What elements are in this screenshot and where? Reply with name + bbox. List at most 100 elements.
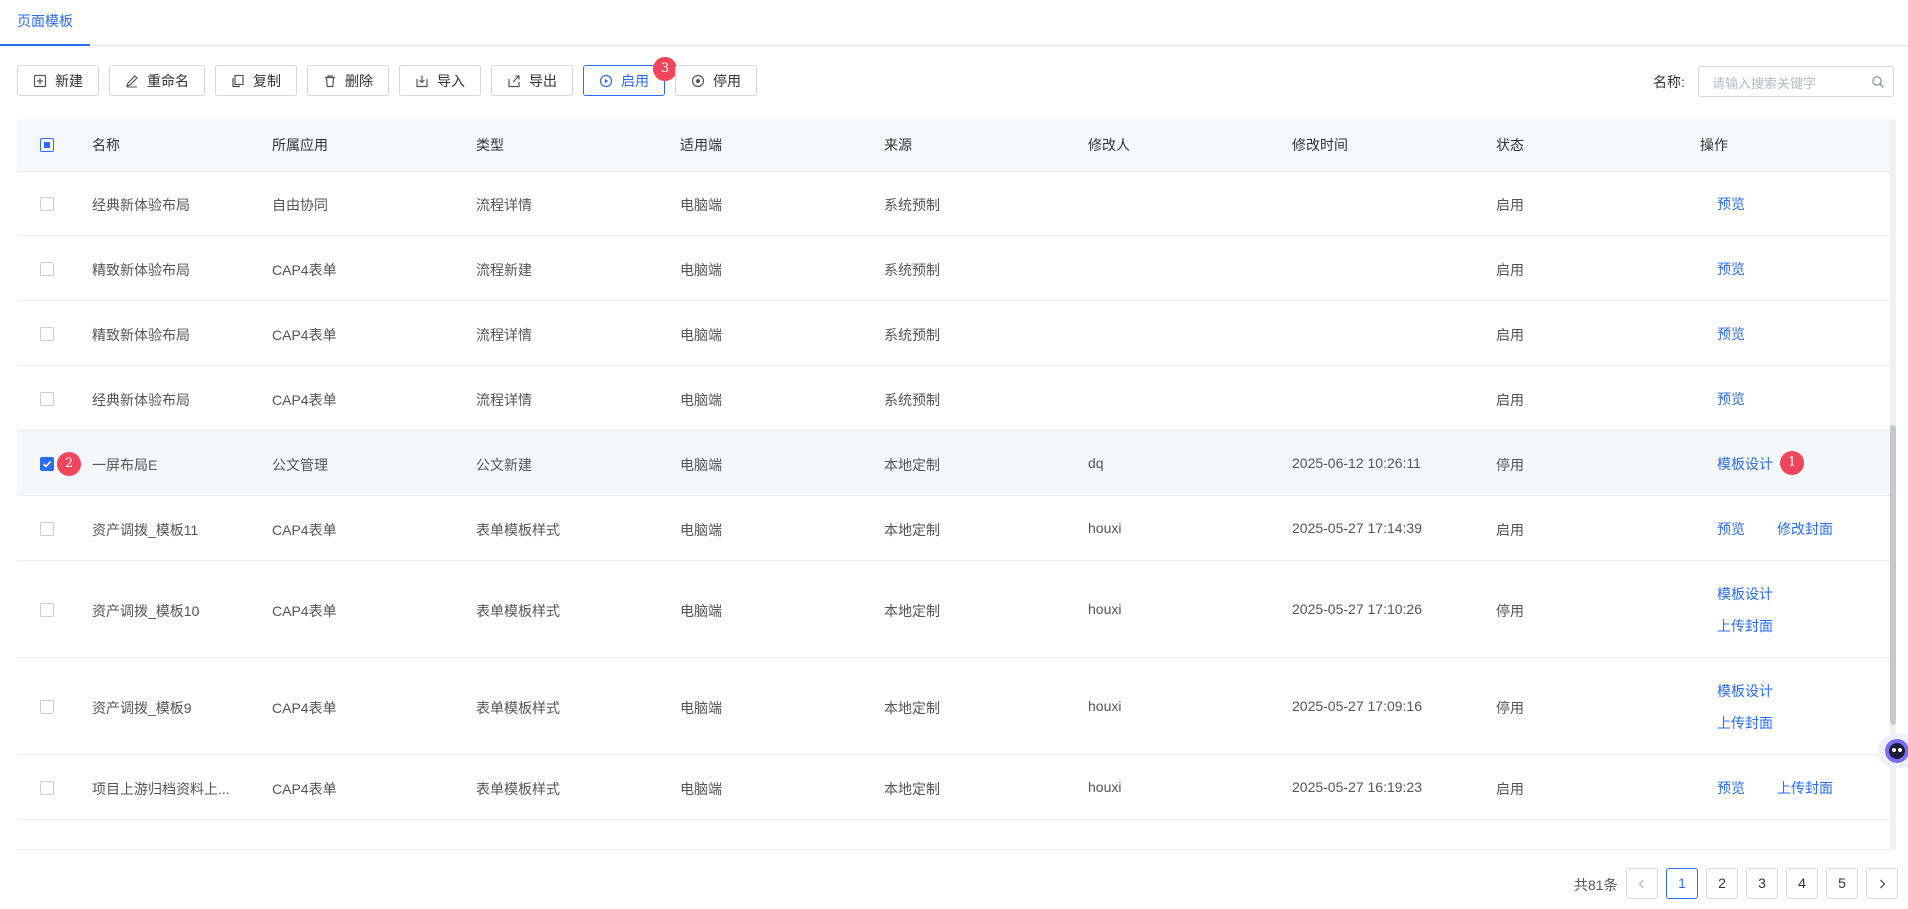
action-link[interactable]: 模板设计 <box>1717 681 1773 701</box>
cell-name: 资产调拨_模板9 <box>92 699 192 716</box>
cell-type: 表单模板样式 <box>476 602 560 619</box>
assistant-float-button[interactable] <box>1878 734 1908 768</box>
row-checkbox[interactable] <box>40 780 54 795</box>
plus-square-icon <box>33 74 47 87</box>
pagination-page-2[interactable]: 2 <box>1706 868 1738 899</box>
cell-device: 电脑端 <box>680 326 722 343</box>
action-link[interactable]: 预览 <box>1717 778 1745 798</box>
action-link[interactable]: 上传封面 <box>1717 616 1773 636</box>
cell-status: 启用 <box>1496 326 1524 343</box>
cell-type: 流程新建 <box>476 261 532 278</box>
cell-modified-time: 2025-05-27 17:09:16 <box>1292 697 1422 714</box>
export-button-label: 导出 <box>529 72 557 89</box>
cell-modified-time: 2025-05-27 16:19:23 <box>1292 778 1422 795</box>
action-link[interactable]: 模板设计 <box>1717 454 1773 474</box>
select-all-checkbox[interactable] <box>40 138 54 152</box>
step-badge-3: 3 <box>653 57 677 81</box>
row-checkbox[interactable] <box>40 521 54 536</box>
table-row-partial <box>17 820 1890 850</box>
action-link[interactable]: 预览 <box>1717 519 1745 539</box>
table-scrollbar-thumb[interactable] <box>1890 425 1896 725</box>
cell-device: 电脑端 <box>680 699 722 716</box>
table-header: 名称 所属应用 类型 适用端 来源 修改人 修改时间 状态 操作 <box>17 119 1890 172</box>
cell-app: CAP4表单 <box>272 261 337 278</box>
stop-circle-icon <box>691 74 705 87</box>
table-row[interactable]: 2 一屏布局E 公文管理 公文新建 电脑端 本地定制 dq 2025-06-12 10:26:… <box>17 431 1890 496</box>
header-modifier: 修改人 <box>1088 137 1130 153</box>
copy-icon <box>232 74 244 87</box>
action-link[interactable]: 模板设计 <box>1717 584 1773 604</box>
row-checkbox[interactable] <box>40 456 54 471</box>
action-link[interactable]: 上传封面 <box>1777 778 1833 798</box>
row-checkbox[interactable] <box>40 196 54 211</box>
tab-bar: 页面模板 <box>0 0 1908 46</box>
action-link[interactable]: 预览 <box>1717 324 1745 344</box>
search-icon[interactable] <box>1871 75 1885 89</box>
delete-button[interactable]: 删除 <box>307 65 389 96</box>
cell-app: CAP4表单 <box>272 326 337 343</box>
cell-name: 一屏布局E <box>92 456 158 473</box>
header-app: 所属应用 <box>272 137 328 153</box>
pagination-prev-button[interactable] <box>1626 868 1658 899</box>
delete-button-label: 删除 <box>345 72 373 89</box>
pagination-page-3[interactable]: 3 <box>1746 868 1778 899</box>
table-row[interactable]: 精致新体验布局 CAP4表单 流程详情 电脑端 系统预制 启用 预览 <box>17 301 1890 366</box>
row-checkbox[interactable] <box>40 391 54 406</box>
cell-type: 表单模板样式 <box>476 780 560 797</box>
table-row[interactable]: 资产调拨_模板10 CAP4表单 表单模板样式 电脑端 本地定制 houxi 2025-05… <box>17 561 1890 658</box>
table-row[interactable]: 资产调拨_模板9 CAP4表单 表单模板样式 电脑端 本地定制 houxi 2025-05-… <box>17 658 1890 755</box>
row-checkbox[interactable] <box>40 699 54 714</box>
cell-device: 电脑端 <box>680 261 722 278</box>
action-link[interactable]: 上传封面 <box>1717 713 1773 733</box>
new-button[interactable]: 新建 <box>17 65 99 96</box>
pagination-next-button[interactable] <box>1866 868 1898 899</box>
cell-name: 项目上游归档资料上... <box>92 780 230 797</box>
import-button[interactable]: 导入 <box>399 65 481 96</box>
cell-app: CAP4表单 <box>272 391 337 408</box>
search-label: 名称: <box>1653 74 1685 90</box>
action-link[interactable]: 预览 <box>1717 194 1745 214</box>
search-field[interactable] <box>1698 66 1894 97</box>
row-checkbox[interactable] <box>40 261 54 276</box>
copy-button[interactable]: 复制 <box>215 65 297 96</box>
pagination-page-5[interactable]: 5 <box>1826 868 1858 899</box>
tab-page-templates[interactable]: 页面模板 <box>0 0 90 46</box>
cell-source: 系统预制 <box>884 326 940 343</box>
search-input[interactable] <box>1710 73 1864 93</box>
action-link[interactable]: 预览 <box>1717 259 1745 279</box>
table-row[interactable]: 项目上游归档资料上... CAP4表单 表单模板样式 电脑端 本地定制 houxi 2025… <box>17 755 1890 820</box>
cell-type: 流程详情 <box>476 196 532 213</box>
header-device: 适用端 <box>680 137 722 153</box>
table-row[interactable]: 精致新体验布局 CAP4表单 流程新建 电脑端 系统预制 启用 预览 <box>17 236 1890 301</box>
step-badge-1: 1 <box>1780 450 1804 475</box>
cell-modifier: houxi <box>1088 778 1122 795</box>
rename-button[interactable]: 重命名 <box>109 65 205 96</box>
cell-type: 公文新建 <box>476 456 532 473</box>
row-checkbox[interactable] <box>40 326 54 341</box>
pagination-page-1[interactable]: 1 <box>1666 868 1698 899</box>
cell-source: 本地定制 <box>884 521 940 538</box>
cell-status: 启用 <box>1496 196 1524 213</box>
cell-status: 启用 <box>1496 391 1524 408</box>
chevron-right-icon <box>1880 879 1886 889</box>
cell-status: 停用 <box>1496 602 1524 619</box>
action-link[interactable]: 修改封面 <box>1777 519 1833 539</box>
edit-pen-icon <box>126 74 138 87</box>
cell-app: CAP4表单 <box>272 521 337 538</box>
cell-modifier: houxi <box>1088 697 1122 714</box>
cell-modifier: houxi <box>1088 600 1122 617</box>
row-checkbox[interactable] <box>40 602 54 617</box>
pagination-page-4[interactable]: 4 <box>1786 868 1818 899</box>
disable-button[interactable]: 停用 <box>675 65 757 96</box>
table-row[interactable]: 经典新体验布局 自由协同 流程详情 电脑端 系统预制 启用 预览 <box>17 171 1890 236</box>
header-actions: 操作 <box>1700 137 1728 153</box>
table-row[interactable]: 经典新体验布局 CAP4表单 流程详情 电脑端 系统预制 启用 预览 <box>17 366 1890 431</box>
chevron-left-icon <box>1638 879 1644 889</box>
table-row[interactable]: 资产调拨_模板11 CAP4表单 表单模板样式 电脑端 本地定制 houxi 2025-05… <box>17 496 1890 561</box>
cell-source: 本地定制 <box>884 780 940 797</box>
import-icon <box>416 75 428 87</box>
export-button[interactable]: 导出 <box>491 65 573 96</box>
check-icon <box>42 460 52 468</box>
cell-modified-time: 2025-06-12 10:26:11 <box>1292 454 1421 471</box>
action-link[interactable]: 预览 <box>1717 389 1745 409</box>
